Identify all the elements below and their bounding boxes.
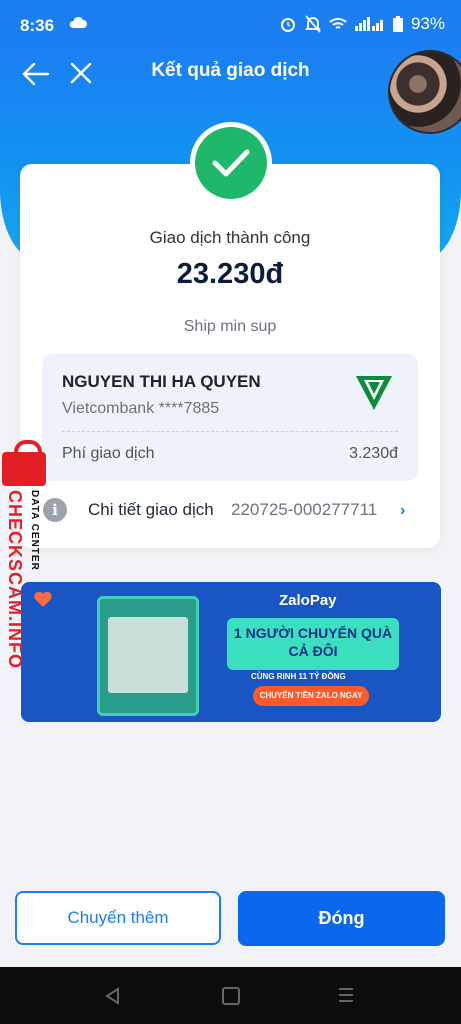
success-badge — [190, 122, 272, 204]
nav-recents-icon[interactable] — [338, 987, 354, 1003]
system-nav-bar — [0, 967, 461, 1024]
banner-photo — [97, 596, 199, 716]
signal-icon — [354, 17, 383, 31]
fee-label: Phí giao dịch — [62, 445, 155, 462]
alarm-icon — [280, 18, 295, 32]
chevron-right-icon[interactable]: › — [400, 502, 405, 520]
status-bar: 8:36 93% — [0, 0, 461, 50]
close-button[interactable]: Đóng — [238, 891, 445, 946]
cloud-icon — [69, 16, 87, 28]
banner-headline: 1 NGƯỜI CHUYỂN QUÀ CẢ ĐÔI — [227, 618, 399, 670]
transaction-status: Giao dịch thành công — [149, 228, 311, 247]
nav-home-icon[interactable] — [222, 987, 240, 1005]
banner-cta-button[interactable]: CHUYỂN TIỀN ZALO NGAY — [253, 686, 369, 706]
fee-value: 3.230đ — [349, 445, 398, 462]
status-icons: 93% — [279, 14, 445, 34]
transaction-amount: 23.230đ — [176, 258, 284, 290]
lock-icon — [2, 440, 46, 486]
divider — [62, 431, 398, 432]
watermark-line2: CHECKSCAM.INFO — [5, 490, 25, 669]
banner-brand: ZaloPay — [279, 592, 337, 609]
recipient-bank: Vietcombank ****7885 — [62, 400, 220, 417]
detail-label[interactable]: Chi tiết giao dịch — [88, 500, 214, 520]
recipient-name: NGUYEN THI HA QUYEN — [62, 372, 261, 391]
nav-back-icon[interactable] — [104, 987, 120, 1005]
checkmark-icon — [212, 149, 250, 177]
watermark-line1: DATA CENTER — [29, 490, 40, 571]
banner-subtitle: CÙNG RINH 11 TỶ ĐỒNG — [251, 672, 346, 681]
battery-icon — [392, 16, 403, 32]
mute-icon — [304, 15, 321, 33]
status-time: 8:36 — [20, 16, 55, 35]
battery-level: 93% — [410, 14, 445, 33]
promo-banner[interactable]: ZaloPay 1 NGƯỜI CHUYỂN QUÀ CẢ ĐÔI CÙNG R… — [21, 582, 441, 722]
transfer-more-button[interactable]: Chuyển thêm — [15, 891, 221, 945]
detail-value[interactable]: 220725-000277711 — [231, 500, 377, 520]
vietcombank-logo-icon — [356, 376, 392, 410]
transaction-note: Ship min sup — [183, 318, 277, 335]
wifi-icon — [329, 18, 347, 29]
watermark: DATA CENTER CHECKSCAM.INFO — [0, 440, 50, 680]
